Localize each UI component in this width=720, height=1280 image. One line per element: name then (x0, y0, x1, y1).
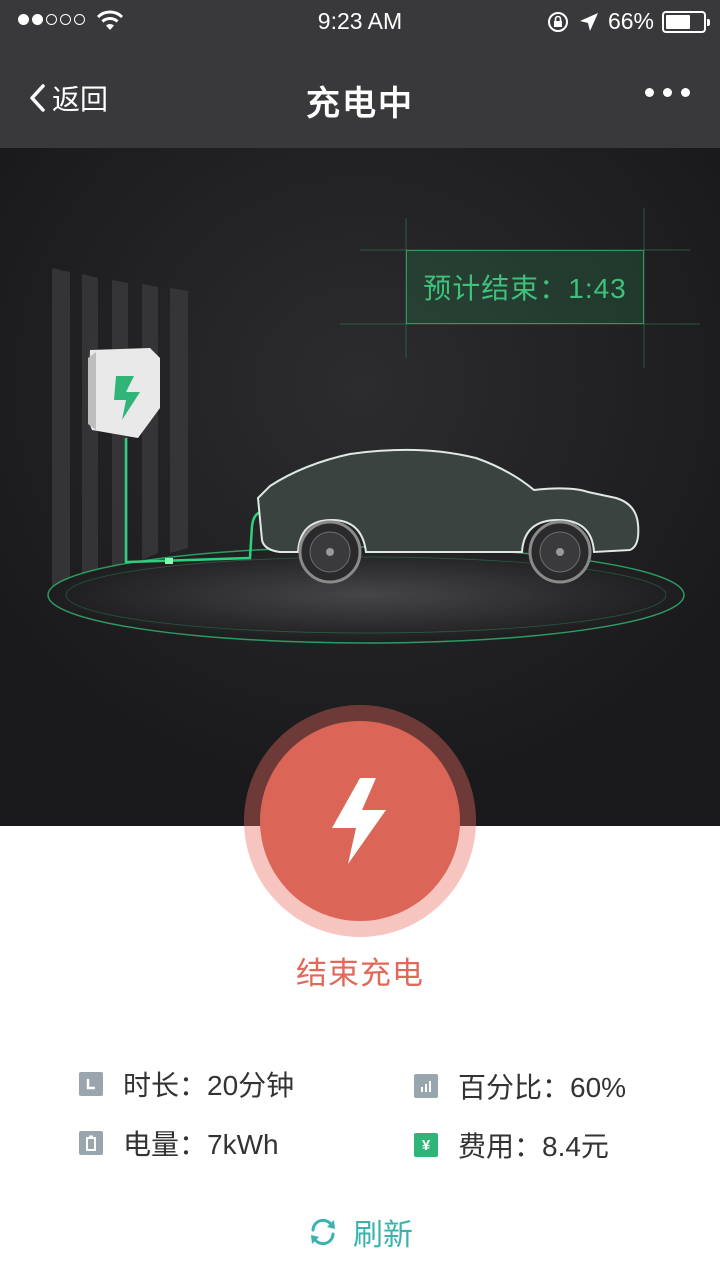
duration-value: 时长：20分钟 (123, 1070, 295, 1101)
lock-rotation-icon (547, 11, 568, 32)
stat-energy: 电量：7kWh (79, 1123, 279, 1163)
clock-icon (79, 1072, 103, 1096)
refresh-icon (311, 1218, 335, 1246)
battery-percent: 66% (607, 8, 654, 34)
stop-charging-ring (244, 705, 476, 937)
refresh-button[interactable]: 刷新 (0, 1210, 720, 1254)
energy-value: 电量：7kWh (123, 1129, 279, 1160)
cost-value: 费用：8.4元 (458, 1131, 609, 1162)
yuan-icon: ¥ (414, 1133, 438, 1157)
location-arrow-icon (579, 12, 598, 31)
navigation-bar: 返回 充电中 (0, 48, 720, 148)
stop-charging-button[interactable] (260, 721, 460, 921)
stat-duration: 时长：20分钟 (79, 1064, 294, 1104)
battery-small-icon (79, 1131, 103, 1155)
percent-value: 百分比：60% (458, 1072, 627, 1103)
refresh-label: 刷新 (353, 1219, 413, 1252)
stat-cost: ¥ 费用：8.4元 (414, 1125, 609, 1165)
eta-label: 预计结束：1:43 (406, 250, 644, 324)
page-title: 充电中 (306, 85, 414, 123)
bar-chart-icon (414, 1074, 438, 1098)
stat-percent: 百分比：60% (414, 1066, 626, 1106)
more-icon[interactable] (645, 88, 690, 97)
car-wheel (528, 520, 592, 584)
battery-icon (662, 10, 710, 33)
lightning-icon (332, 778, 386, 864)
top-bar: 9:23 AM 66% 返回 充电中 (0, 0, 720, 148)
car-wheel (298, 520, 362, 584)
status-bar: 9:23 AM 66% (0, 0, 720, 42)
stop-charging-label[interactable]: 结束充电 (0, 948, 720, 993)
